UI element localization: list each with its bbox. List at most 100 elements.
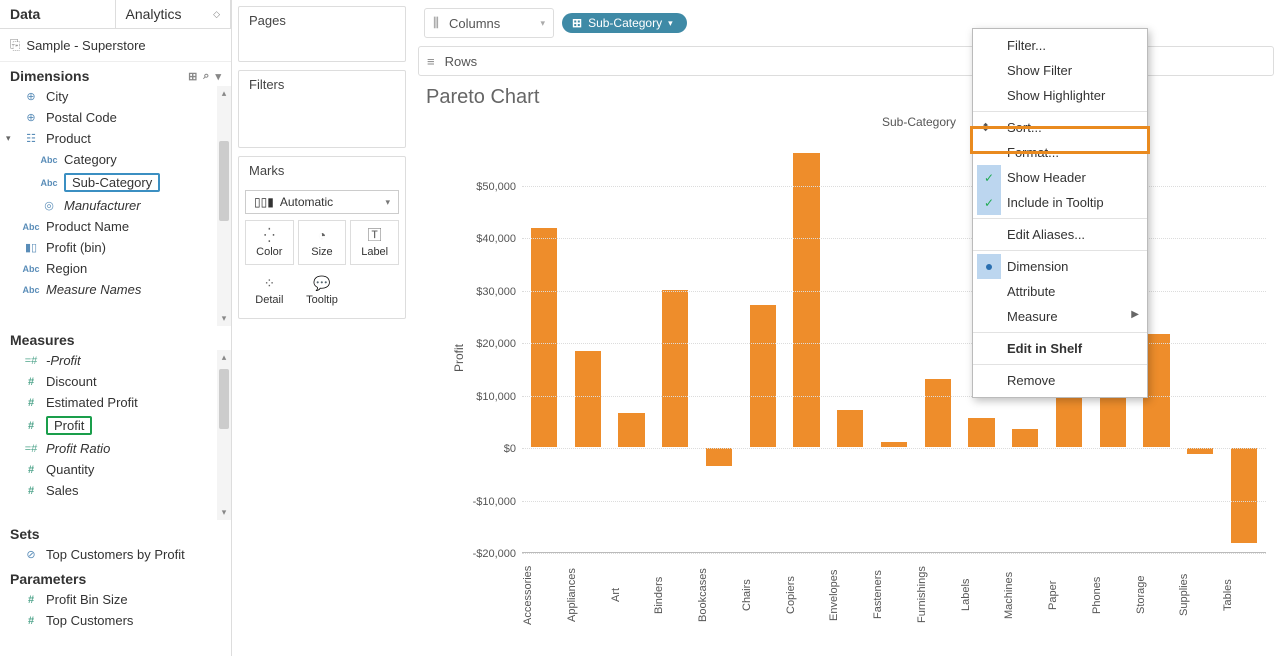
color-icon: ⁛ xyxy=(264,227,275,243)
x-tick-label: Chairs xyxy=(741,553,785,643)
x-tick-label: Paper xyxy=(1047,553,1091,643)
expand-icon: ⊞ xyxy=(572,16,582,30)
menu-edit-in-shelf[interactable]: Edit in Shelf xyxy=(973,336,1147,361)
filters-shelf[interactable]: Filters xyxy=(238,70,406,148)
measures-header: Measures xyxy=(10,332,75,348)
chart-title[interactable]: Pareto Chart xyxy=(412,80,1280,115)
datasource-name: Sample - Superstore xyxy=(26,38,145,53)
bar-furnishings[interactable] xyxy=(925,379,951,447)
chevron-down-icon: ▾ xyxy=(540,18,545,29)
x-tick-label: Tables xyxy=(1222,553,1266,643)
check-icon: ✓ xyxy=(977,190,1001,215)
hash-icon xyxy=(22,376,40,388)
x-tick-label: Phones xyxy=(1091,553,1135,643)
dim-manufacturer[interactable]: ◎Manufacturer xyxy=(0,195,231,216)
bar-fasteners[interactable] xyxy=(881,442,907,447)
hash-icon xyxy=(22,397,40,409)
dim-category[interactable]: Category xyxy=(0,149,231,170)
meas-neg-profit[interactable]: =#-Profit xyxy=(0,350,231,371)
menu-measure[interactable]: Measure▶ xyxy=(973,304,1147,329)
abc-icon xyxy=(22,263,40,275)
meas-estimated-profit[interactable]: Estimated Profit xyxy=(0,392,231,413)
y-tick-label: $30,000 xyxy=(476,286,516,298)
scroll-thumb[interactable] xyxy=(219,141,229,221)
menu-filter[interactable]: Filter... xyxy=(973,33,1147,58)
bar-bookcases[interactable] xyxy=(706,448,732,466)
param-top-customers[interactable]: Top Customers xyxy=(0,610,231,631)
tooltip-icon: 💬 xyxy=(313,275,330,291)
datasource-icon xyxy=(10,37,20,53)
marks-color[interactable]: ⁛Color xyxy=(245,220,294,265)
x-tick-label: Copiers xyxy=(785,553,829,643)
search-icon[interactable]: ⌕ xyxy=(203,70,209,83)
param-bin-size[interactable]: Profit Bin Size xyxy=(0,589,231,610)
marks-type-dropdown[interactable]: ▯▯▮ Automatic ▾ xyxy=(245,190,399,214)
bar-accessories[interactable] xyxy=(531,228,557,447)
data-pane: Data Analytics◇ Sample - Superstore Dime… xyxy=(0,0,232,656)
bar-tables[interactable] xyxy=(1231,448,1257,543)
abc-icon xyxy=(22,284,40,296)
bar-appliances[interactable] xyxy=(575,351,601,447)
meas-profit-ratio[interactable]: =#Profit Ratio xyxy=(0,438,231,459)
marks-size[interactable]: ◔Size xyxy=(298,220,347,265)
menu-show-highlighter[interactable]: Show Highlighter xyxy=(973,83,1147,108)
marks-detail[interactable]: ⁘Detail xyxy=(245,269,294,312)
dim-region[interactable]: Region xyxy=(0,258,231,279)
menu-format[interactable]: Format... xyxy=(973,140,1147,165)
marks-card: Marks ▯▯▮ Automatic ▾ ⁛Color ◔Size 🅃Labe… xyxy=(238,156,406,319)
dim-profit-bin[interactable]: Profit (bin) xyxy=(0,237,231,258)
bar-art[interactable] xyxy=(618,413,644,447)
dim-product-folder[interactable]: ▾☷Product xyxy=(0,128,231,149)
dim-city[interactable]: City xyxy=(0,86,231,107)
sort-icon: ⬍ xyxy=(981,121,990,134)
dimensions-scrollbar[interactable]: ▴ ▾ xyxy=(217,86,231,326)
menu-show-header[interactable]: ✓Show Header xyxy=(973,165,1147,190)
scroll-down-icon[interactable]: ▾ xyxy=(222,505,227,520)
bar-envelopes[interactable] xyxy=(837,410,863,447)
scroll-thumb[interactable] xyxy=(219,369,229,429)
bar-copiers[interactable] xyxy=(793,153,819,447)
measures-scrollbar[interactable]: ▴ ▾ xyxy=(217,350,231,520)
dim-postal-code[interactable]: Postal Code xyxy=(0,107,231,128)
menu-remove[interactable]: Remove xyxy=(973,368,1147,393)
menu-show-filter[interactable]: Show Filter xyxy=(973,58,1147,83)
pages-shelf[interactable]: Pages xyxy=(238,6,406,62)
columns-shelf[interactable]: ⫼ Columns ▾ xyxy=(424,8,554,38)
y-tick-label: -$10,000 xyxy=(473,496,516,508)
meas-quantity[interactable]: Quantity xyxy=(0,459,231,480)
set-top-customers[interactable]: Top Customers by Profit xyxy=(0,544,231,565)
menu-dimension[interactable]: Dimension xyxy=(973,254,1147,279)
bar-machines[interactable] xyxy=(1012,429,1038,447)
tab-data[interactable]: Data xyxy=(0,0,116,28)
submenu-arrow-icon: ▶ xyxy=(1131,309,1139,320)
meas-discount[interactable]: Discount xyxy=(0,371,231,392)
scroll-down-icon[interactable]: ▾ xyxy=(222,311,227,326)
marks-label[interactable]: 🅃Label xyxy=(350,220,399,265)
label-icon: 🅃 xyxy=(368,227,382,243)
dim-measure-names[interactable]: Measure Names xyxy=(0,279,231,300)
view-as-icon[interactable]: ⊞ xyxy=(188,70,197,83)
menu-edit-aliases[interactable]: Edit Aliases... xyxy=(973,222,1147,247)
scroll-up-icon[interactable]: ▴ xyxy=(222,350,227,365)
menu-caret-icon[interactable]: ▾ xyxy=(215,70,221,83)
dim-product-name[interactable]: Product Name xyxy=(0,216,231,237)
scroll-up-icon[interactable]: ▴ xyxy=(222,86,227,101)
menu-attribute[interactable]: Attribute xyxy=(973,279,1147,304)
hash-icon xyxy=(22,594,40,606)
bar-chairs[interactable] xyxy=(750,305,776,447)
worksheet-area: ⫼ Columns ▾ ⊞ Sub-Category ▾ ≡ Rows Pare… xyxy=(412,0,1280,656)
bar-labels[interactable] xyxy=(968,418,994,447)
x-tick-label: Appliances xyxy=(566,553,610,643)
meas-sales[interactable]: Sales xyxy=(0,480,231,501)
pill-sub-category[interactable]: ⊞ Sub-Category ▾ xyxy=(562,13,687,33)
menu-include-tooltip[interactable]: ✓Include in Tooltip xyxy=(973,190,1147,215)
datasource-row[interactable]: Sample - Superstore xyxy=(0,29,231,62)
bar-binders[interactable] xyxy=(662,290,688,448)
tab-analytics[interactable]: Analytics◇ xyxy=(116,0,232,28)
meas-profit[interactable]: Profit xyxy=(0,413,231,438)
marks-tooltip[interactable]: 💬Tooltip xyxy=(298,269,347,312)
hash-icon xyxy=(22,464,40,476)
plot-region[interactable]: -$20,000-$10,000$0$10,000$20,000$30,000$… xyxy=(522,133,1266,553)
dim-sub-category[interactable]: Sub-Category xyxy=(0,170,231,195)
menu-sort[interactable]: ⬍Sort... xyxy=(973,115,1147,140)
